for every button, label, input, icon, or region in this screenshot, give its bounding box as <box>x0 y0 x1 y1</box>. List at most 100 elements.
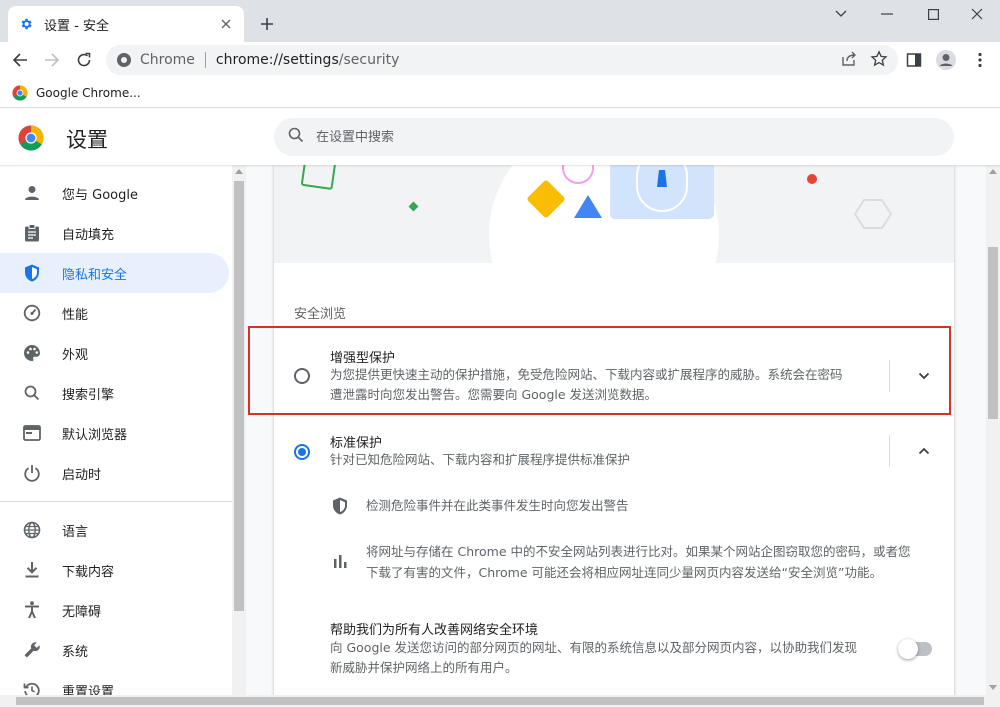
option-help-improve[interactable]: 帮助我们为所有人改善网络安全环境 向 Google 发送您访问的部分网页的网址、… <box>274 617 954 677</box>
search-icon <box>22 383 42 403</box>
sidebar-item-label: 语言 <box>62 524 89 540</box>
sidebar-item-system[interactable]: 系统 <box>0 630 229 670</box>
search-input[interactable] <box>316 129 916 145</box>
url-path: /security <box>338 52 400 68</box>
forward-button[interactable] <box>38 46 66 74</box>
toolbar: Chrome chrome://settings/security <box>0 42 1000 78</box>
option-description-line: 为您提供更快速主动的保护措施，免受危险网站、下载内容或扩展程序的威胁。系统会在密… <box>330 367 843 382</box>
speedometer-icon <box>22 303 42 323</box>
radio-enhanced-protection[interactable] <box>294 368 310 384</box>
option-description: 向 Google 发送您访问的部分网页的网址、有限的系统信息以及部分网页内容，以… <box>330 638 890 678</box>
scroll-up-arrow[interactable] <box>989 169 997 174</box>
shield-icon <box>22 263 42 283</box>
toggle-knob <box>898 639 918 659</box>
option-description-line: 遭泄露时向您发出警告。您需要向 Google 发送浏览数据。 <box>330 387 658 402</box>
sidebar-item-label: 启动时 <box>62 467 102 483</box>
reset-icon <box>22 680 42 695</box>
sidebar-item-on-startup[interactable]: 启动时 <box>0 453 229 493</box>
sidebar-item-appearance[interactable]: 外观 <box>0 333 229 373</box>
main-scrollbar[interactable] <box>986 165 1000 695</box>
sidebar-item-label: 您与 Google <box>62 187 138 203</box>
sidebar-item-label: 无障碍 <box>62 604 102 620</box>
collapse-button[interactable] <box>910 437 938 465</box>
minimize-button[interactable] <box>864 0 910 28</box>
maximize-button[interactable] <box>910 0 956 28</box>
sidebar-item-label: 外观 <box>62 347 89 363</box>
tab-settings-security[interactable]: 设置 - 安全 <box>8 6 244 42</box>
sidebar-item-reset-settings[interactable]: 重置设置 <box>0 670 229 695</box>
option-enhanced-protection[interactable]: 增强型保护 为您提供更快速主动的保护措施，免受危险网站、下载内容或扩展程序的威胁… <box>274 335 954 417</box>
vertical-divider <box>889 435 890 467</box>
sidebar-item-privacy-security[interactable]: 隐私和安全 <box>0 253 229 293</box>
sidebar-item-default-browser[interactable]: 默认浏览器 <box>0 413 229 453</box>
scroll-down-arrow[interactable] <box>989 685 997 690</box>
chrome-logo-icon <box>18 125 44 151</box>
bookmarks-bar: Google Chrome... <box>0 78 1000 108</box>
sidebar-item-languages[interactable]: 语言 <box>0 510 229 550</box>
main-content: 安全浏览 增强型保护 为您提供更快速主动的保护措施，免受危险网站、下载内容或扩展… <box>246 165 986 695</box>
chrome-logo-icon <box>12 85 28 101</box>
settings-search[interactable] <box>274 118 954 156</box>
scrollbar-thumb[interactable] <box>988 247 998 419</box>
detail-url-check: 将网址与存储在 Chrome 中的不安全网站列表进行比对。如果某个网站企图窃取您… <box>366 541 946 583</box>
option-title: 标准保护 <box>330 436 383 451</box>
address-bar[interactable]: Chrome chrome://settings/security <box>106 45 898 75</box>
scrollbar-thumb[interactable] <box>16 697 984 705</box>
security-illustration <box>274 165 954 263</box>
url-text[interactable]: chrome://settings/security <box>216 52 399 68</box>
profile-avatar[interactable] <box>932 46 960 74</box>
sidebar-item-performance[interactable]: 性能 <box>0 293 229 333</box>
chevron-up-icon <box>918 447 930 455</box>
option-description: 针对已知危险网站、下载内容和扩展程序提供标准保护 <box>330 452 631 467</box>
security-illustration-graphic <box>301 165 893 263</box>
globe-icon <box>22 520 42 540</box>
window-close-button[interactable] <box>954 0 1000 28</box>
sidebar-item-label: 下载内容 <box>62 564 115 580</box>
bookmark-star-icon[interactable] <box>870 50 888 72</box>
back-button[interactable] <box>6 46 34 74</box>
accessibility-icon <box>22 600 42 620</box>
scroll-up-arrow[interactable] <box>235 169 243 174</box>
sidebar-item-label: 隐私和安全 <box>62 267 128 283</box>
tab-title: 设置 - 安全 <box>44 18 109 34</box>
palette-icon <box>22 343 42 363</box>
power-icon <box>22 463 42 483</box>
radio-standard-protection[interactable] <box>294 444 310 460</box>
gear-icon <box>18 16 34 32</box>
side-panel-icon[interactable] <box>900 46 928 74</box>
share-icon[interactable] <box>840 50 858 72</box>
site-info-chip[interactable]: Chrome <box>116 52 195 68</box>
help-improve-toggle[interactable] <box>898 639 932 659</box>
horizontal-scrollbar[interactable] <box>0 695 1000 707</box>
search-icon <box>288 127 304 147</box>
new-tab-button[interactable] <box>256 13 278 35</box>
sidebar-item-label: 默认浏览器 <box>62 427 128 443</box>
chevron-down-icon[interactable] <box>818 0 864 28</box>
more-menu-icon[interactable] <box>966 46 994 74</box>
close-icon[interactable] <box>218 16 234 32</box>
scrollbar-thumb[interactable] <box>234 181 244 611</box>
detail-line: 将网址与存储在 Chrome 中的不安全网站列表进行比对。如果某个网站企图窃取您… <box>366 544 911 559</box>
chevron-down-icon <box>918 372 930 380</box>
security-card: 安全浏览 增强型保护 为您提供更快速主动的保护措施，免受危险网站、下载内容或扩展… <box>274 165 954 695</box>
sidebar-scrollbar[interactable] <box>232 165 246 695</box>
expand-button[interactable] <box>910 362 938 390</box>
option-description-line: 新威胁并保护网络上的所有用户。 <box>330 660 518 675</box>
option-title: 帮助我们为所有人改善网络安全环境 <box>330 623 539 638</box>
sidebar-item-accessibility[interactable]: 无障碍 <box>0 590 229 630</box>
shield-icon <box>330 496 350 516</box>
reload-button[interactable] <box>70 46 98 74</box>
sidebar: 您与 Google 自动填充 隐私和安全 性能 外观 搜索引擎 默认浏览器 启动… <box>0 165 232 695</box>
sidebar-item-you-and-google[interactable]: 您与 Google <box>0 173 229 213</box>
sidebar-item-label: 重置设置 <box>62 684 115 696</box>
sidebar-divider <box>0 501 232 502</box>
person-icon <box>22 183 42 203</box>
sidebar-item-label: 自动填充 <box>62 227 115 243</box>
sidebar-item-search-engine[interactable]: 搜索引擎 <box>0 373 229 413</box>
bookmark-google-chrome[interactable]: Google Chrome... <box>12 85 141 101</box>
wrench-icon <box>22 640 42 660</box>
sidebar-item-autofill[interactable]: 自动填充 <box>0 213 229 253</box>
option-standard-protection[interactable]: 标准保护 针对已知危险网站、下载内容和扩展程序提供标准保护 <box>274 427 954 487</box>
sidebar-item-downloads[interactable]: 下载内容 <box>0 550 229 590</box>
browser-icon <box>22 423 42 443</box>
